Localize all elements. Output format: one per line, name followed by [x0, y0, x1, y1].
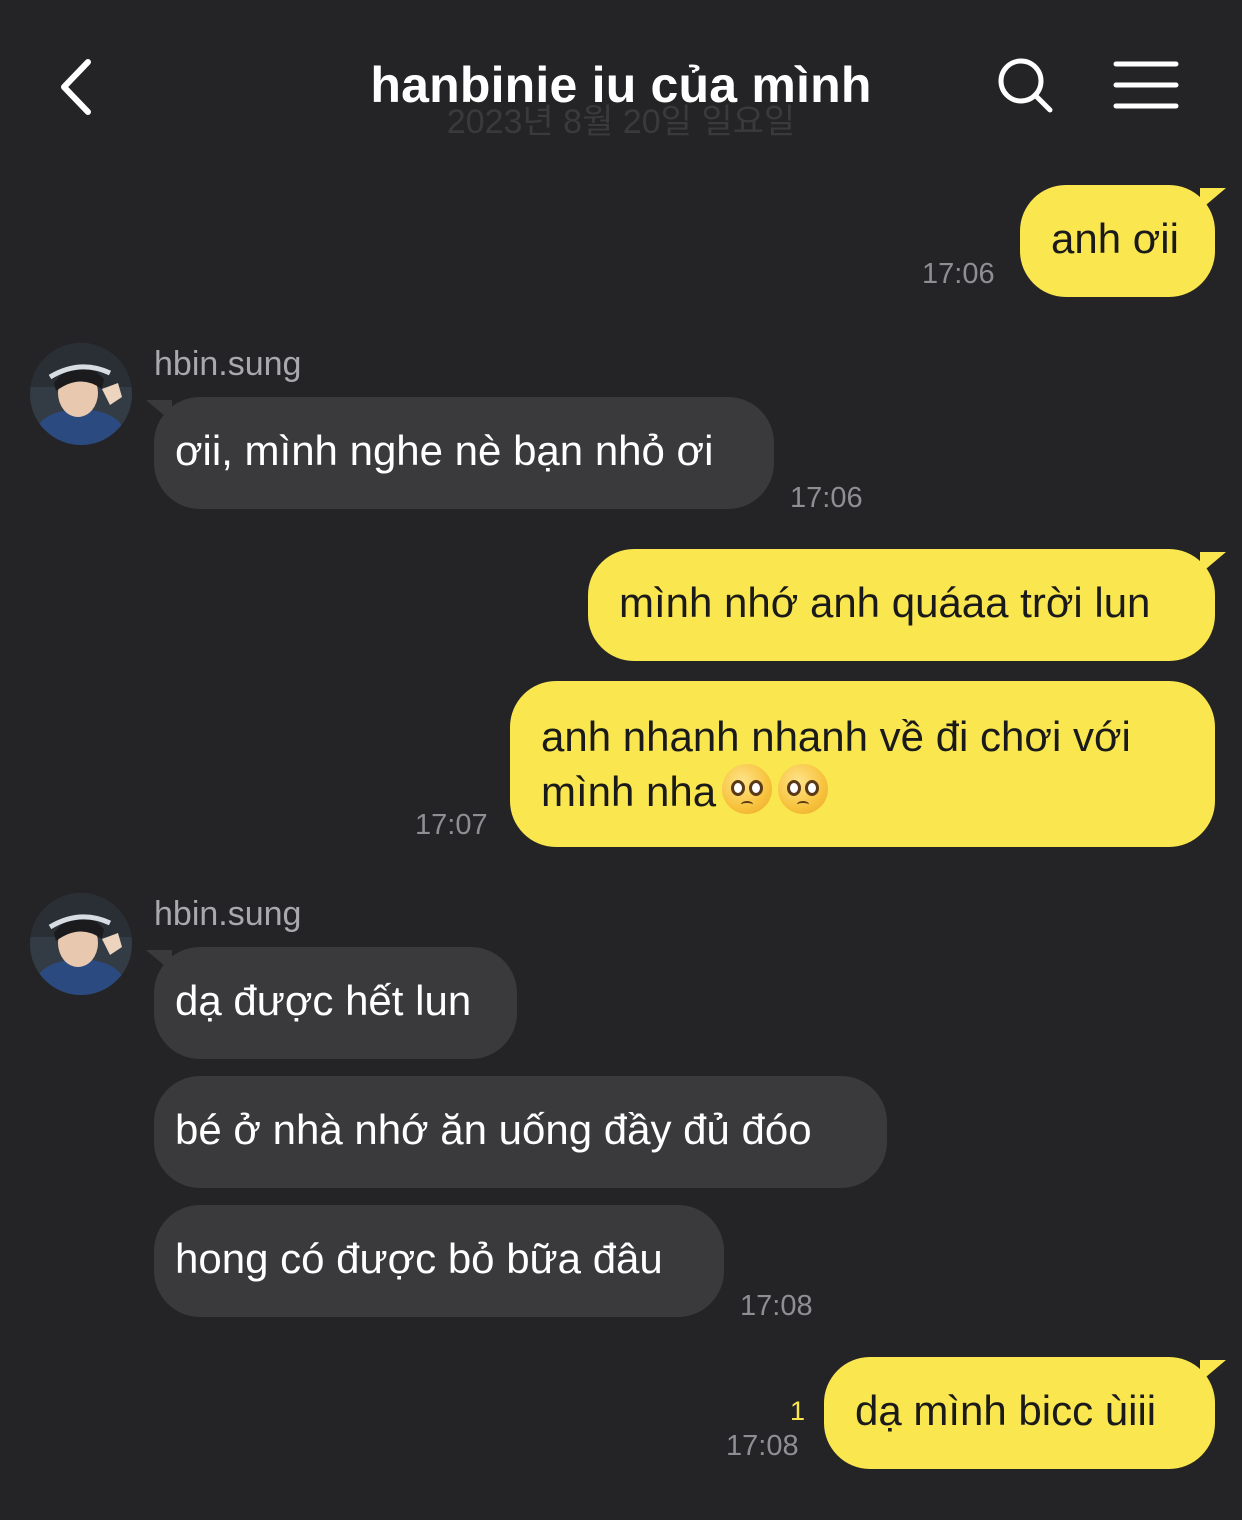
menu-button[interactable]	[1112, 56, 1180, 114]
avatar[interactable]	[30, 343, 132, 445]
avatar-image	[30, 343, 132, 445]
message-time: 17:08	[726, 1430, 799, 1462]
message-bubble-outgoing[interactable]: anh ơii	[1020, 185, 1215, 297]
bubble-tail	[1200, 1360, 1226, 1382]
message-bubble-outgoing[interactable]: mình nhớ anh quáaa trời lun	[588, 549, 1215, 661]
chat-header: 2023년 8월 20일 일요일 hanbinie iu của mình	[0, 0, 1242, 170]
message-time: 17:06	[922, 258, 995, 290]
unread-count: 1	[790, 1396, 806, 1426]
pleading-face-emoji	[778, 764, 829, 814]
bubble-tail	[1200, 552, 1226, 574]
message-bubble-incoming[interactable]: ơii, mình nghe nè bạn nhỏ ơi	[154, 397, 774, 509]
sender-name: hbin.sung	[154, 895, 302, 933]
message-time: 17:06	[790, 482, 863, 514]
menu-icon	[1113, 61, 1179, 109]
message-bubble-outgoing[interactable]: anh nhanh nhanh về đi chơi với mình nha	[510, 681, 1215, 847]
search-button[interactable]	[994, 54, 1058, 118]
avatar[interactable]	[30, 893, 132, 995]
avatar-image	[30, 893, 132, 995]
bubble-tail	[1200, 188, 1226, 210]
message-bubble-incoming[interactable]: hong có được bỏ bữa đâu	[154, 1205, 724, 1317]
message-time: 17:07	[415, 809, 488, 841]
message-bubble-outgoing[interactable]: dạ mình bicc ùiii	[824, 1357, 1215, 1469]
sender-name: hbin.sung	[154, 345, 302, 383]
search-icon	[998, 58, 1053, 113]
message-text-line: anh nhanh nhanh về đi chơi với	[541, 713, 1131, 760]
pleading-face-emoji	[722, 764, 773, 814]
message-bubble-incoming[interactable]: dạ được hết lun	[154, 947, 517, 1059]
message-text: mình nha	[541, 768, 717, 815]
message-bubble-incoming[interactable]: bé ở nhà nhớ ăn uống đầy đủ đóo	[154, 1076, 887, 1188]
message-time: 17:08	[740, 1290, 813, 1322]
message-text-line: mình nha	[541, 764, 1215, 819]
